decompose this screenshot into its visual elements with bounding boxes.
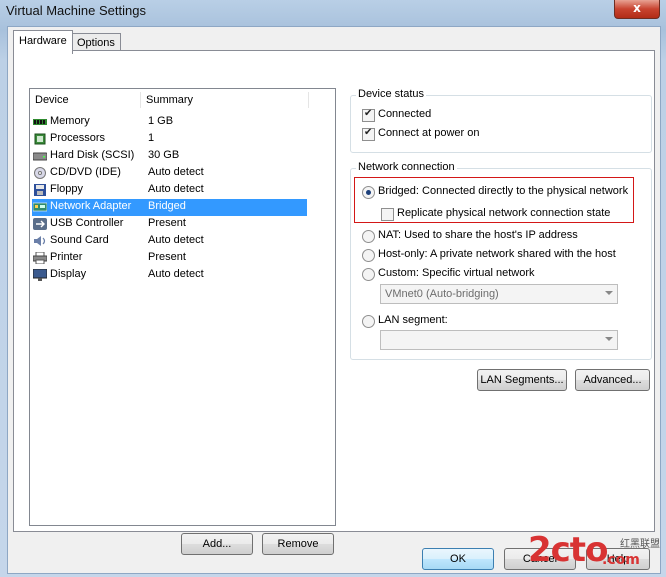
window-title: Virtual Machine Settings	[6, 3, 146, 18]
device-row-display[interactable]: Display Auto detect	[32, 267, 307, 284]
device-row-network-adapter[interactable]: Network Adapter Bridged	[32, 199, 307, 216]
column-divider	[140, 92, 141, 108]
device-summary: Auto detect	[148, 268, 204, 280]
cancel-button[interactable]: Cancel	[504, 548, 576, 570]
device-row-processors[interactable]: Processors 1	[32, 131, 307, 148]
close-button[interactable]: x	[614, 0, 660, 19]
device-summary: Auto detect	[148, 166, 204, 178]
device-name: Display	[50, 268, 87, 280]
device-summary: Auto detect	[148, 183, 204, 195]
tab-hardware[interactable]: Hardware	[13, 30, 73, 54]
add-button[interactable]: Add...	[181, 533, 253, 555]
device-row-usb-controller[interactable]: USB Controller Present	[32, 216, 307, 233]
custom-network-select[interactable]: VMnet0 (Auto-bridging)	[380, 284, 618, 304]
close-icon: x	[633, 1, 641, 15]
lan-segment-radio[interactable]	[362, 315, 375, 328]
floppy-icon	[34, 184, 46, 196]
device-name: Hard Disk (SCSI)	[50, 149, 135, 161]
connected-label[interactable]: Connected	[378, 108, 431, 120]
usb-icon	[33, 218, 47, 230]
device-name: Memory	[50, 115, 90, 127]
device-list[interactable]: Device Summary Memory 1 GB Processors 1 …	[29, 88, 336, 526]
hard-disk-icon	[33, 152, 47, 161]
connect-power-on-checkbox[interactable]	[362, 127, 375, 141]
column-header-device[interactable]: Device	[35, 89, 69, 111]
remove-button[interactable]: Remove	[262, 533, 334, 555]
hardware-panel: Device Summary Memory 1 GB Processors 1 …	[13, 50, 655, 555]
sound-icon	[34, 236, 46, 246]
lan-segments-button[interactable]: LAN Segments...	[477, 369, 567, 391]
lan-segment-select[interactable]	[380, 330, 618, 350]
custom-label[interactable]: Custom: Specific virtual network	[378, 267, 535, 279]
device-row-hard-disk[interactable]: Hard Disk (SCSI) 30 GB	[32, 148, 307, 165]
device-status-group: Device status Connected Connect at power…	[350, 88, 652, 153]
column-header-summary[interactable]: Summary	[146, 89, 193, 111]
device-name: CD/DVD (IDE)	[50, 166, 121, 178]
custom-network-value: VMnet0 (Auto-bridging)	[385, 288, 499, 300]
device-name: Processors	[50, 132, 106, 144]
device-name: USB Controller	[50, 217, 124, 229]
highlight-box	[354, 177, 634, 223]
dialog-client: Hardware Options Device Summary Memory 1…	[7, 26, 661, 574]
tab-options[interactable]: Options	[71, 33, 121, 51]
column-divider	[308, 92, 309, 108]
device-summary: 30 GB	[148, 149, 180, 161]
device-row-printer[interactable]: Printer Present	[32, 250, 307, 267]
device-summary: Present	[148, 217, 186, 229]
device-name: Sound Card	[50, 234, 109, 246]
device-summary: 1 GB	[148, 115, 174, 127]
device-name: Network Adapter	[50, 200, 132, 212]
window-frame: Virtual Machine Settings x Hardware Opti…	[0, 0, 666, 577]
device-row-memory[interactable]: Memory 1 GB	[32, 114, 307, 131]
help-button[interactable]: Help	[586, 548, 650, 570]
host-only-radio[interactable]	[362, 249, 375, 262]
device-row-sound-card[interactable]: Sound Card Auto detect	[32, 233, 307, 250]
custom-radio[interactable]	[362, 268, 375, 281]
network-connection-title: Network connection	[356, 161, 457, 173]
device-row-floppy[interactable]: Floppy Auto detect	[32, 182, 307, 199]
advanced-button[interactable]: Advanced...	[575, 369, 650, 391]
device-summary: 1	[148, 132, 155, 144]
device-status-title: Device status	[356, 88, 427, 100]
chevron-down-icon	[605, 337, 613, 341]
host-only-label[interactable]: Host-only: A private network shared with…	[378, 248, 616, 260]
connect-power-on-label[interactable]: Connect at power on	[378, 127, 480, 139]
nat-radio[interactable]	[362, 230, 375, 243]
connected-checkbox[interactable]	[362, 108, 375, 122]
ok-button[interactable]: OK	[422, 548, 494, 570]
nat-label[interactable]: NAT: Used to share the host's IP address	[378, 229, 578, 241]
title-bar[interactable]: Virtual Machine Settings x	[0, 0, 666, 26]
tab-options-label: Options	[77, 37, 115, 49]
processor-icon	[34, 133, 46, 145]
device-row-cd-dvd[interactable]: CD/DVD (IDE) Auto detect	[32, 165, 307, 182]
device-name: Floppy	[50, 183, 84, 195]
cd-dvd-icon	[34, 167, 46, 179]
chevron-down-icon	[605, 291, 613, 295]
display-icon	[33, 269, 47, 281]
tab-hardware-label: Hardware	[19, 35, 67, 47]
printer-icon	[33, 252, 47, 264]
device-summary: Auto detect	[148, 234, 204, 246]
device-summary: Bridged	[148, 200, 186, 212]
device-summary: Present	[148, 251, 186, 263]
device-name: Printer	[50, 251, 83, 263]
lan-segment-label[interactable]: LAN segment:	[378, 314, 448, 326]
memory-icon	[33, 119, 47, 125]
network-adapter-icon	[33, 202, 47, 212]
